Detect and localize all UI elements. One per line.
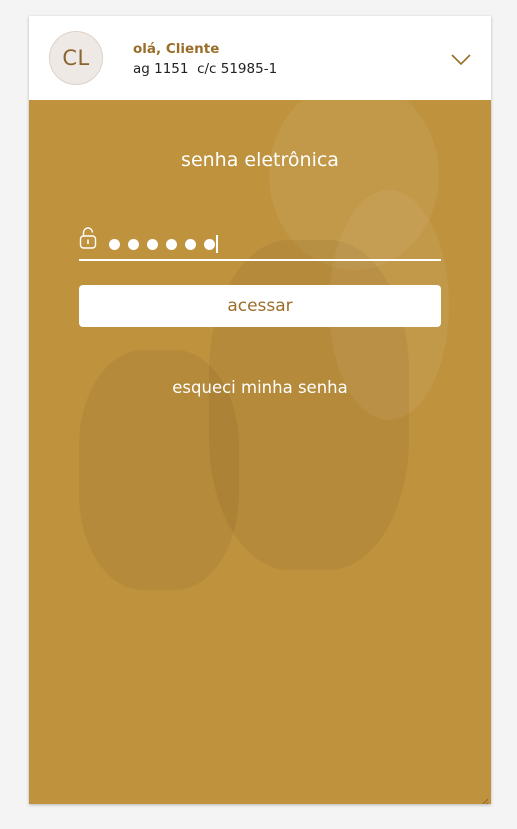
forgot-password-link[interactable]: esqueci minha senha — [29, 378, 491, 397]
submit-button[interactable]: acessar — [79, 285, 441, 327]
text-caret — [216, 235, 218, 253]
password-dot — [166, 238, 177, 250]
password-dot — [128, 238, 139, 250]
greeting-text: olá, Cliente — [133, 41, 220, 57]
password-dot — [147, 238, 158, 250]
password-dot — [109, 238, 120, 250]
page-title: senha eletrônica — [181, 149, 339, 171]
password-dot — [204, 238, 215, 250]
avatar: CL — [49, 31, 103, 85]
account-number: ag 1151 c/c 51985-1 — [133, 61, 278, 77]
account-header: CL olá, Cliente ag 1151 c/c 51985-1 — [29, 16, 491, 100]
login-panel: senha eletrônica acessar esqueci minha s… — [29, 100, 491, 804]
avatar-initials: CL — [62, 46, 90, 70]
password-dot — [185, 238, 196, 250]
password-dots — [109, 235, 218, 253]
resize-handle[interactable] — [479, 792, 489, 804]
password-input[interactable] — [79, 224, 441, 261]
login-card: CL olá, Cliente ag 1151 c/c 51985-1 senh… — [29, 16, 491, 804]
lock-icon — [79, 226, 97, 250]
chevron-down-icon[interactable] — [449, 50, 473, 70]
